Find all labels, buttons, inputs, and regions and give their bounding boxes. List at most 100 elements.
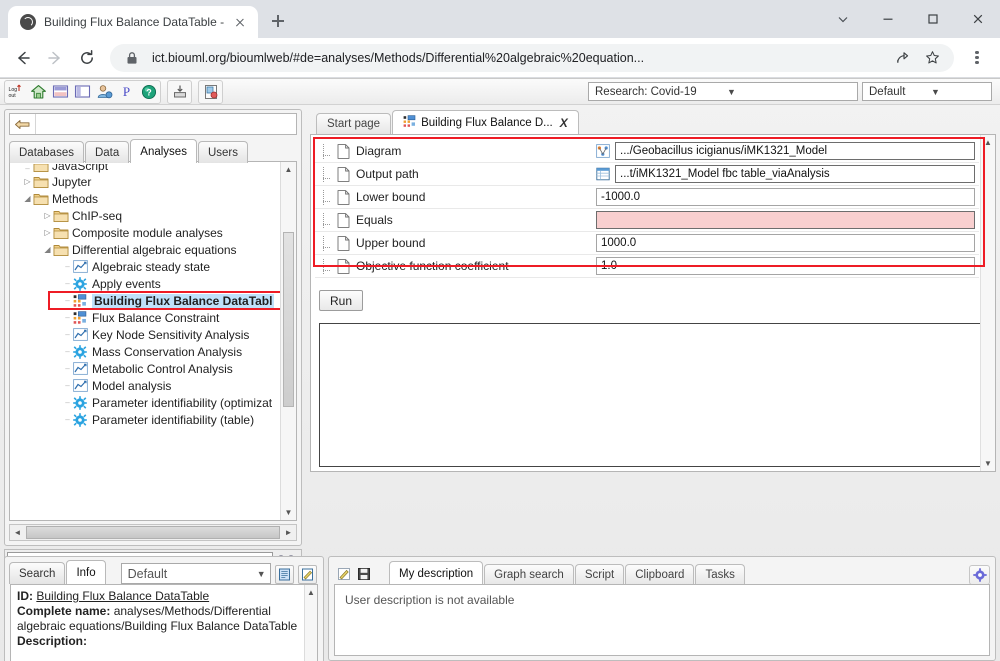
browser-tab[interactable]: Building Flux Balance DataTable - [8,6,259,38]
vertical-split-button[interactable] [72,82,93,102]
scroll-left-icon[interactable]: ◄ [10,525,25,540]
main-panel-scrollbar[interactable]: ▲ ▼ [980,135,995,471]
maximize-icon[interactable] [910,0,955,38]
tree-expand-toggle-closed[interactable]: ▷ [42,211,53,220]
tree-item-jupyter[interactable]: ▷ Jupyter [10,173,296,190]
lock-icon[interactable] [122,48,142,68]
info-id-label: ID: [17,589,33,603]
tab-start-page[interactable]: Start page [316,113,392,134]
address-bar[interactable]: ict.biouml.org/bioumlweb/#de=analyses/Me… [110,43,954,72]
tree-item-mass-conservation-analysis[interactable]: – Mass Conservation Analysis [10,343,296,360]
input-equals[interactable] [596,211,975,229]
tab-my-description[interactable]: My description [389,561,484,585]
new-tab-button[interactable] [264,7,292,35]
back-hand-icon[interactable] [10,114,36,134]
tree-item-composite-module-analyses[interactable]: ▷ Composite module analyses [10,224,296,241]
tree-item-chip-seq[interactable]: ▷ ChIP-seq [10,207,296,224]
scroll-up-icon[interactable]: ▲ [981,135,995,150]
tree-item-flux-balance-constraint[interactable]: – Flux Balance Constraint [10,309,296,326]
folder-icon [33,164,49,173]
close-icon[interactable]: X [560,116,568,130]
info-id-value[interactable]: Building Flux Balance DataTable [36,589,209,603]
tab-info[interactable]: Info [66,560,106,584]
form-field-label-wrap: Equals [315,212,596,228]
tree-item-javascript[interactable]: – JavaScript [10,164,296,173]
forward-arrow-icon[interactable] [40,43,70,73]
close-window-icon[interactable] [955,0,1000,38]
tree-expand-toggle-open[interactable]: ◢ [42,245,53,254]
info-view-select[interactable]: Default ▼ [120,563,271,584]
back-arrow-icon[interactable] [8,43,38,73]
tree-item-methods[interactable]: ◢ Methods [10,190,296,207]
run-button[interactable]: Run [319,290,364,311]
input-objective-function-coefficient[interactable] [596,257,975,275]
tree-item-parameter-identifiability-optimizat[interactable]: – Parameter identifiability (optimizat [10,394,296,411]
info-scrollbar[interactable]: ▲ ▼ [304,585,317,661]
tree-horizontal-scrollbar[interactable]: ◄ ► [9,524,297,541]
reload-icon[interactable] [72,43,102,73]
minimize-icon[interactable] [865,0,910,38]
scroll-down-icon[interactable]: ▼ [281,505,296,520]
close-icon[interactable] [232,14,248,30]
tab-databases[interactable]: Databases [9,141,84,163]
save-icon[interactable] [354,564,373,583]
export-button[interactable] [200,82,221,102]
tree-item-algebraic-steady-state[interactable]: – Algebraic steady state [10,258,296,275]
input-upper-bound[interactable] [596,234,975,252]
research-select[interactable]: Research: Covid-19 ▼ [588,82,858,101]
tree-item-building-flux-balance-datatabl[interactable]: – Building Flux Balance DataTabl [10,292,296,309]
input-diagram[interactable] [615,142,975,160]
browser-window: Building Flux Balance DataTable - ict.bi… [0,0,1000,661]
horizontal-split-button[interactable] [50,82,71,102]
gear-icon[interactable] [969,565,990,585]
tab-data[interactable]: Data [84,141,130,163]
logout-button[interactable]: Log out [6,82,27,102]
tree-item-differential-algebraic-equations[interactable]: ◢ Differential algebraic equations [10,241,296,258]
perspective-select[interactable]: Default ▼ [862,82,992,101]
tab-search[interactable]: Search [9,562,66,584]
tree-item-parameter-identifiability-table[interactable]: – Parameter identifiability (table) [10,411,296,428]
scrollbar-thumb[interactable] [283,232,294,407]
folder-icon [53,226,69,240]
tree-expand-toggle-closed[interactable]: ▷ [42,228,53,237]
tree-expand-toggle-closed[interactable]: ▷ [22,177,33,186]
scroll-down-icon[interactable]: ▼ [981,456,995,471]
browser-title-bar: Building Flux Balance DataTable - [0,0,1000,38]
tree-item-key-node-sensitivity-analysis[interactable]: – Key Node Sensitivity Analysis [10,326,296,343]
analyses-tree[interactable]: – JavaScript ▷ Jupyter ◢ Methods ▷ ChIP-seq ▷ Com… [9,161,297,521]
tab-users[interactable]: Users [197,141,248,163]
input-output-path[interactable] [615,165,975,183]
three-dot-menu-icon[interactable] [962,43,992,73]
scroll-up-icon[interactable]: ▲ [281,162,296,177]
home-button[interactable] [28,82,49,102]
scroll-right-icon[interactable]: ► [281,525,296,540]
view-document-button[interactable] [274,565,294,584]
tab-building-flux-balance[interactable]: Building Flux Balance D... X [392,110,579,134]
input-lower-bound[interactable] [596,188,975,206]
tree-item-model-analysis[interactable]: – Model analysis [10,377,296,394]
star-icon[interactable] [922,48,942,68]
user-button[interactable] [94,82,115,102]
left-panel: Databases Data Analyses Users – JavaScrip… [4,109,302,546]
tab-script[interactable]: Script [574,564,625,585]
help-button[interactable]: ? [138,82,159,102]
tab-tasks[interactable]: Tasks [695,564,745,585]
edit-document-button[interactable] [297,565,317,584]
tree-vertical-scrollbar[interactable]: ▲ ▼ [280,162,296,520]
chevron-down-icon[interactable] [820,0,865,38]
import-button[interactable] [169,82,190,102]
perspective-button[interactable]: P [116,82,137,102]
tree-expand-toggle-open[interactable]: ◢ [22,194,33,203]
edit-icon[interactable] [334,564,353,583]
chevron-down-icon: ▼ [727,86,736,97]
tree-item-apply-events[interactable]: – Apply events [10,275,296,292]
scroll-up-icon[interactable]: ▲ [305,585,317,600]
tab-clipboard[interactable]: Clipboard [625,564,695,585]
share-icon[interactable] [892,48,912,68]
tab-analyses[interactable]: Analyses [130,139,197,163]
scrollbar-thumb-h[interactable] [26,526,280,539]
tab-graph-search[interactable]: Graph search [484,564,574,585]
tree-item-metabolic-control-analysis[interactable]: – Metabolic Control Analysis [10,360,296,377]
info-panel: Search Info Default ▼ ID: Building Flux … [4,556,324,661]
tree-leaf-dash: – [65,381,70,390]
